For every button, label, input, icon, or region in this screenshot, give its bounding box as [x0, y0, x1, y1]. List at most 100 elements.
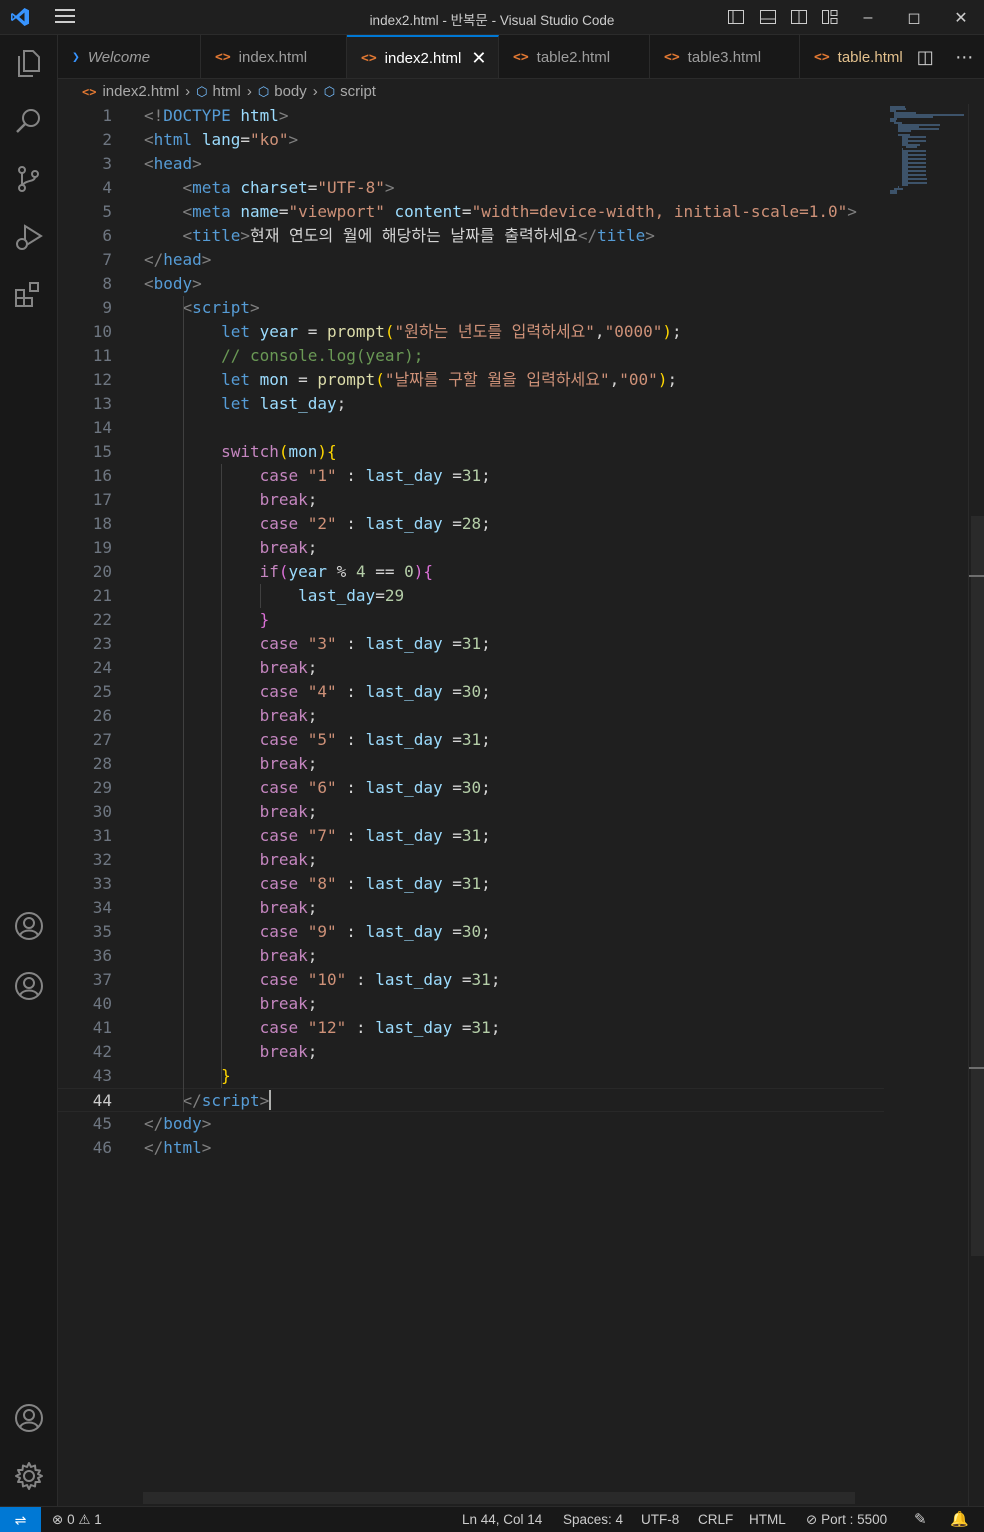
- code-line[interactable]: 8 <body>: [58, 272, 884, 296]
- source-control-icon[interactable]: [13, 163, 45, 195]
- maximize-window-icon[interactable]: ◻: [891, 0, 937, 35]
- code-line[interactable]: 46 </html>: [58, 1136, 884, 1160]
- code-line[interactable]: 5 <meta name="viewport" content="width=d…: [58, 200, 884, 224]
- code-editor[interactable]: 1 <!DOCTYPE html> 2 <html lang="ko"> 3 <head>…: [58, 104, 984, 1506]
- code-line[interactable]: 7 </head>: [58, 248, 884, 272]
- indent-guide: [259, 584, 261, 608]
- activity-bar: [0, 35, 58, 1506]
- chevron-right-icon: ›: [312, 83, 318, 100]
- feedback-icon[interactable]: ✎: [914, 1510, 927, 1528]
- code-token: 31: [461, 634, 482, 653]
- line-text: let mon = prompt("날짜를 구할 월을 입력하세요","00")…: [144, 368, 677, 392]
- line-number: 2: [102, 130, 112, 149]
- minimap-line: [890, 192, 897, 194]
- minimap[interactable]: [890, 104, 970, 204]
- code-token: "원하는 년도를 입력하세요": [394, 322, 595, 341]
- toggle-panel-icon[interactable]: [759, 8, 777, 26]
- code-line[interactable]: 2 <html lang="ko">: [58, 128, 884, 152]
- split-editor-icon[interactable]: ◫: [917, 47, 934, 68]
- code-line[interactable]: 6 <title>현재 연도의 월에 해당하는 날짜를 출력하세요</title…: [58, 224, 884, 248]
- code-token: =: [461, 970, 472, 989]
- code-token: meta: [192, 202, 241, 221]
- tab-welcome[interactable]: ❯ Welcome: [58, 35, 201, 78]
- tab-index-html[interactable]: <> index.html: [201, 35, 347, 78]
- line-number: 36: [92, 946, 112, 965]
- code-token: ;: [481, 826, 491, 845]
- code-token: last_day: [365, 778, 453, 797]
- line-text: break;: [144, 536, 318, 560]
- code-token: (: [278, 442, 289, 461]
- search-icon[interactable]: [13, 105, 45, 137]
- close-window-icon[interactable]: ✕: [938, 0, 984, 35]
- line-ending[interactable]: CRLF: [698, 1512, 733, 1527]
- tab-index2-html[interactable]: <> index2.html ✕: [347, 35, 499, 78]
- tab-table2-html[interactable]: <> table2.html: [499, 35, 650, 78]
- vertical-scrollbar[interactable]: [968, 104, 984, 1506]
- breadcrumb-file[interactable]: index2.html: [102, 83, 179, 100]
- code-token: break: [259, 898, 308, 917]
- accounts-icon[interactable]: [13, 1402, 45, 1434]
- code-token: case: [259, 634, 308, 653]
- code-line[interactable]: 1 <!DOCTYPE html>: [58, 104, 884, 128]
- minimize-window-icon[interactable]: –: [845, 0, 891, 35]
- breadcrumb-html[interactable]: html: [213, 83, 241, 100]
- code-token: let: [221, 370, 260, 389]
- code-token: last_day: [298, 586, 376, 605]
- line-text: <meta name="viewport" content="width=dev…: [144, 200, 857, 224]
- line-text: </head>: [144, 248, 211, 272]
- cursor-position[interactable]: Ln 44, Col 14: [462, 1512, 542, 1527]
- toggle-secondary-sidebar-icon[interactable]: [790, 8, 808, 26]
- notifications-bell-icon[interactable]: 🔔: [950, 1510, 969, 1528]
- run-and-debug-icon[interactable]: [13, 221, 45, 253]
- encoding[interactable]: UTF-8: [641, 1512, 679, 1527]
- line-number: 29: [92, 778, 112, 797]
- chevron-right-icon: ›: [185, 83, 191, 100]
- problems-indicator[interactable]: ⊗ 0 ⚠ 1: [52, 1512, 102, 1528]
- code-token: {: [423, 562, 434, 581]
- remote-indicator-icon[interactable]: ⇌: [0, 1507, 41, 1532]
- line-number: 23: [92, 634, 112, 653]
- explorer-icon[interactable]: [13, 47, 45, 79]
- code-line[interactable]: 45 </body>: [58, 1112, 884, 1136]
- code-token: ;: [667, 370, 678, 389]
- breadcrumb-script[interactable]: script: [340, 83, 376, 100]
- tab-table3-html[interactable]: <> table3.html: [650, 35, 800, 78]
- account-icon[interactable]: [13, 910, 45, 942]
- scrollbar-thumb[interactable]: [971, 516, 984, 1256]
- code-line[interactable]: 4 <meta charset="UTF-8">: [58, 176, 884, 200]
- code-token: ;: [307, 994, 318, 1013]
- account-icon[interactable]: [13, 970, 45, 1002]
- more-actions-icon[interactable]: ⋯: [955, 47, 973, 68]
- live-server-port[interactable]: ⊘ Port : 5500: [806, 1512, 887, 1528]
- code-token: </: [577, 226, 598, 245]
- code-token: ;: [307, 946, 318, 965]
- language-mode[interactable]: HTML: [749, 1512, 786, 1527]
- code-token: ;: [307, 850, 318, 869]
- code-token: ;: [481, 778, 491, 797]
- horizontal-scrollbar[interactable]: [143, 1492, 855, 1504]
- code-line[interactable]: 3 <head>: [58, 152, 884, 176]
- line-number: 1: [102, 106, 112, 125]
- close-tab-icon[interactable]: ✕: [471, 48, 486, 69]
- code-token: last_day: [365, 730, 453, 749]
- code-token: =: [298, 370, 318, 389]
- code-token: ;: [307, 802, 318, 821]
- code-token: title: [597, 226, 646, 245]
- code-token: 30: [461, 778, 482, 797]
- indentation[interactable]: Spaces: 4: [563, 1512, 623, 1527]
- editor-tabs: ❯ Welcome <> index.html <> index2.html ✕…: [58, 35, 984, 79]
- settings-gear-icon[interactable]: [13, 1460, 45, 1492]
- breadcrumb-body[interactable]: body: [274, 83, 307, 100]
- code-token: "0000": [604, 322, 663, 341]
- code-token: =: [452, 682, 462, 701]
- code-token: 0: [404, 562, 414, 581]
- extensions-icon[interactable]: [13, 279, 45, 311]
- customize-layout-icon[interactable]: [821, 8, 839, 26]
- line-text: break;: [144, 752, 318, 776]
- code-token: break: [259, 802, 308, 821]
- toggle-primary-sidebar-icon[interactable]: [727, 8, 745, 26]
